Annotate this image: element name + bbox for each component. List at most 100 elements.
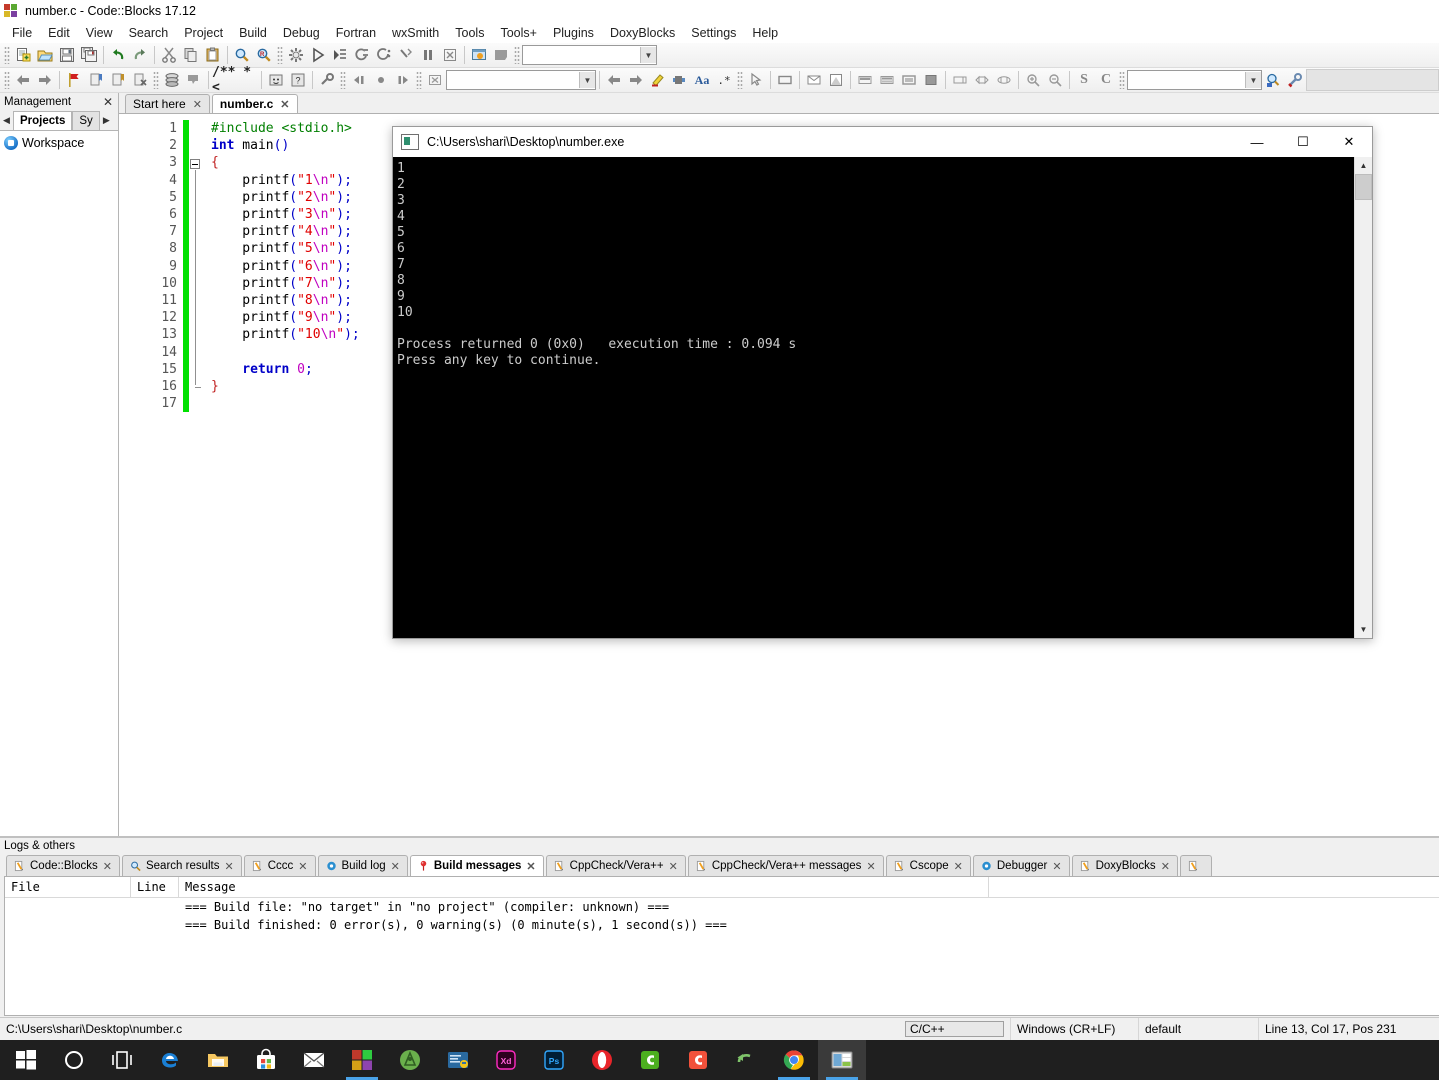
debug-run-icon[interactable] [468, 44, 490, 66]
log-tab[interactable]: Search results ✕ [121, 855, 242, 876]
wx-layout-split-icon[interactable] [876, 69, 898, 91]
cscope-search-icon[interactable] [1262, 69, 1284, 91]
edge-browser[interactable] [146, 1040, 194, 1080]
open-file-icon[interactable] [34, 44, 56, 66]
close-icon[interactable]: ✕ [1161, 860, 1170, 873]
console-window[interactable]: C:\Users\shari\Desktop\number.exe — ☐ ✕ … [392, 126, 1373, 639]
nav-forward-icon[interactable] [34, 69, 56, 91]
menu-item-tools[interactable]: Tools [447, 24, 492, 42]
wx-dialog-icon[interactable] [803, 69, 825, 91]
wx-panel-icon[interactable] [774, 69, 796, 91]
log-tab[interactable]: CppCheck/Vera++ messages ✕ [687, 855, 884, 876]
debug-step-forward-icon[interactable] [392, 69, 414, 91]
adobe-xd[interactable]: Xd [482, 1040, 530, 1080]
photoshop[interactable]: Ps [530, 1040, 578, 1080]
toolbar-grip[interactable] [4, 71, 10, 89]
menu-item-settings[interactable]: Settings [683, 24, 744, 42]
prev-bookmark-icon[interactable] [85, 69, 107, 91]
close-button[interactable]: ✕ [1326, 127, 1372, 157]
log-tab[interactable]: Build log ✕ [317, 855, 408, 876]
close-icon[interactable]: ✕ [391, 860, 400, 873]
menu-item-search[interactable]: Search [121, 24, 177, 42]
rebuild-icon[interactable] [351, 44, 373, 66]
menu-item-wxsmith[interactable]: wxSmith [384, 24, 447, 42]
toolbar-grip[interactable] [153, 71, 159, 89]
wx-forward-icon[interactable] [625, 69, 647, 91]
undo-app[interactable] [722, 1040, 770, 1080]
clean-icon[interactable] [373, 44, 395, 66]
camtasia[interactable] [626, 1040, 674, 1080]
build-target-combo[interactable]: ▼ [522, 45, 657, 65]
menu-item-tools-plus[interactable]: Tools+ [492, 24, 544, 42]
log-tab[interactable]: Build messages ✕ [409, 855, 544, 876]
mail-app[interactable] [290, 1040, 338, 1080]
tree-item-workspace[interactable]: Workspace [2, 135, 116, 151]
stop-debug-icon[interactable] [424, 69, 446, 91]
menu-item-help[interactable]: Help [744, 24, 786, 42]
tab-symbols[interactable]: Sy [72, 111, 100, 130]
doxyblocks-run-icon[interactable] [265, 69, 287, 91]
close-icon[interactable]: ✕ [193, 98, 202, 111]
log-tab[interactable] [1179, 855, 1212, 876]
toolbar-grip[interactable] [340, 71, 346, 89]
save-icon[interactable] [56, 44, 78, 66]
wx-layout-box-icon[interactable] [898, 69, 920, 91]
wx-regex-icon[interactable]: .* [713, 69, 735, 91]
log-tab[interactable]: Code::Blocks ✕ [6, 855, 120, 876]
menu-item-build[interactable]: Build [231, 24, 275, 42]
debug-stop-icon[interactable] [490, 44, 512, 66]
scope-s-icon[interactable]: S [1073, 69, 1095, 91]
cscope-settings-icon[interactable] [1284, 69, 1306, 91]
wx-back-icon[interactable] [603, 69, 625, 91]
close-icon[interactable]: ✕ [866, 860, 875, 873]
file-explorer[interactable] [194, 1040, 242, 1080]
toolbar-grip[interactable] [737, 71, 743, 89]
maximize-button[interactable]: ☐ [1280, 127, 1326, 157]
visual-studio[interactable] [338, 1040, 386, 1080]
zoom-in-icon[interactable] [1022, 69, 1044, 91]
menu-item-debug[interactable]: Debug [275, 24, 328, 42]
tabs-scroll-right-icon[interactable]: ▶ [100, 111, 113, 130]
chrome-browser[interactable] [770, 1040, 818, 1080]
toggle-bookmark-icon[interactable] [63, 69, 85, 91]
close-icon[interactable]: ✕ [225, 860, 234, 873]
wx-frame-icon[interactable] [825, 69, 847, 91]
doxyblocks-comment-icon[interactable]: /** *< [212, 65, 258, 95]
editor-tab-number-c[interactable]: number.c ✕ [211, 94, 298, 113]
scroll-down-icon[interactable]: ▼ [1355, 621, 1372, 638]
build-message-row[interactable]: === Build finished: 0 error(s), 0 warnin… [5, 916, 1439, 934]
log-tab[interactable]: Cccc ✕ [243, 855, 316, 876]
cscope-search-combo[interactable]: ▼ [1127, 70, 1262, 90]
codeblocks-app[interactable] [818, 1040, 866, 1080]
toolbar-grip[interactable] [1119, 71, 1125, 89]
scrollbar-thumb[interactable] [1355, 174, 1372, 200]
task-view[interactable] [98, 1040, 146, 1080]
tab-projects[interactable]: Projects [13, 111, 73, 130]
menu-item-fortran[interactable]: Fortran [328, 24, 384, 42]
close-icon[interactable]: ✕ [298, 860, 307, 873]
android-studio[interactable] [386, 1040, 434, 1080]
nav-back-icon[interactable] [12, 69, 34, 91]
camtasia-recorder[interactable] [674, 1040, 722, 1080]
save-all-icon[interactable] [78, 44, 100, 66]
debug-step-back-icon[interactable] [348, 69, 370, 91]
wx-sizer-flex-icon[interactable] [971, 69, 993, 91]
doxyblocks-extract-icon[interactable] [183, 69, 205, 91]
toolbar-grip[interactable] [4, 46, 10, 64]
undo-icon[interactable] [107, 44, 129, 66]
clear-bookmarks-icon[interactable] [129, 69, 151, 91]
build-icon[interactable] [285, 44, 307, 66]
log-tab[interactable]: CppCheck/Vera++ ✕ [545, 855, 686, 876]
wx-edit-icon[interactable] [647, 69, 669, 91]
paste-icon[interactable] [202, 44, 224, 66]
scrollbar-track[interactable] [1355, 200, 1372, 621]
opera-browser[interactable] [578, 1040, 626, 1080]
cortana-search[interactable] [50, 1040, 98, 1080]
tabs-scroll-left-icon[interactable]: ◀ [0, 111, 13, 130]
cut-icon[interactable] [158, 44, 180, 66]
scope-c-icon[interactable]: C [1095, 69, 1117, 91]
build-and-run-icon[interactable] [329, 44, 351, 66]
code-folding-margin[interactable] [189, 120, 203, 413]
new-file-icon[interactable] [12, 44, 34, 66]
doxyblocks-stack-icon[interactable] [161, 69, 183, 91]
